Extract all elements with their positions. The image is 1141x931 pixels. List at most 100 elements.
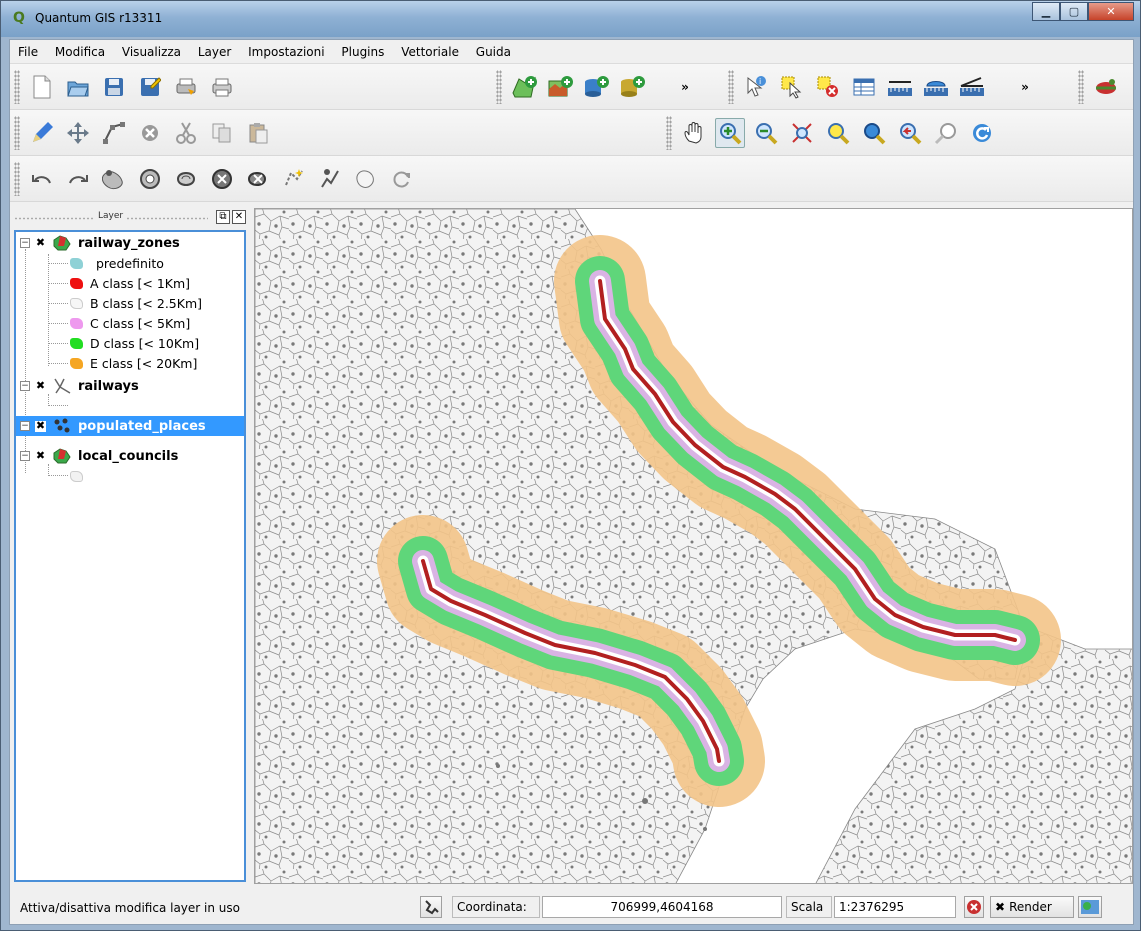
layer-item-railway-zones[interactable]: − ✖ railway_zones xyxy=(20,233,180,253)
title-bar[interactable]: Q Quantum GIS r13311 ▁ ▢ ✕ xyxy=(1,1,1140,37)
layer-item-populated-places[interactable]: − ✖ populated_places xyxy=(16,416,244,436)
toolbar-grip[interactable] xyxy=(1078,70,1084,104)
advanced-digitizing-toolbar xyxy=(14,156,420,202)
menu-plugins[interactable]: Plugins xyxy=(333,40,389,59)
attribute-table-icon[interactable] xyxy=(849,72,879,102)
delete-part-icon[interactable] xyxy=(243,164,273,194)
maximize-button[interactable]: ▢ xyxy=(1060,2,1088,21)
menu-bar: File Modifica Visualizza Layer Impostazi… xyxy=(10,40,1133,64)
collapse-icon[interactable]: − xyxy=(20,451,30,461)
menu-impostazioni[interactable]: Impostazioni xyxy=(240,40,329,59)
print-icon[interactable] xyxy=(207,72,237,102)
coordinate-field[interactable]: 706999,4604168 xyxy=(542,896,782,918)
menu-file[interactable]: File xyxy=(10,40,43,59)
add-ring-icon[interactable] xyxy=(135,164,165,194)
menu-vettoriale[interactable]: Vettoriale xyxy=(393,40,464,59)
layer-panel-header[interactable]: Layer ⧉ ✕ xyxy=(12,208,248,228)
redo-icon[interactable] xyxy=(63,164,93,194)
delete-ring-icon[interactable] xyxy=(207,164,237,194)
scale-field[interactable]: 1:2376295 xyxy=(834,896,956,918)
zoom-next-icon[interactable] xyxy=(931,118,961,148)
coordinate-toggle-button[interactable] xyxy=(420,896,442,918)
tree-line xyxy=(48,475,68,476)
save-project-icon[interactable] xyxy=(99,72,129,102)
class-label: E class [< 20Km] xyxy=(90,355,198,371)
save-as-icon[interactable] xyxy=(135,72,165,102)
toggle-editing-icon[interactable] xyxy=(27,118,57,148)
print-composer-icon[interactable] xyxy=(171,72,201,102)
class-swatch xyxy=(70,357,83,369)
line-layer-icon xyxy=(52,377,72,395)
zoom-to-layer-icon[interactable] xyxy=(859,118,889,148)
paste-features-icon[interactable] xyxy=(243,118,273,148)
status-message: Attiva/disattiva modifica layer in uso xyxy=(20,901,240,915)
add-spatialite-layer-icon[interactable] xyxy=(617,72,647,102)
render-checkbox-icon: ✖ xyxy=(995,900,1006,914)
rotate-point-symbols-icon[interactable] xyxy=(387,164,417,194)
toolbar-overflow-icon[interactable]: » xyxy=(676,80,694,94)
menu-guida[interactable]: Guida xyxy=(468,40,516,59)
layer-visibility-checkbox[interactable]: ✖ xyxy=(35,380,46,392)
identify-features-icon[interactable]: i xyxy=(741,72,771,102)
move-feature-icon[interactable] xyxy=(63,118,93,148)
zoom-to-selection-icon[interactable] xyxy=(823,118,853,148)
collapse-icon[interactable]: − xyxy=(20,238,30,248)
toolbar-grip[interactable] xyxy=(728,70,734,104)
float-panel-button[interactable]: ⧉ xyxy=(216,210,230,224)
close-panel-button[interactable]: ✕ xyxy=(232,210,246,224)
measure-line-icon[interactable] xyxy=(885,72,915,102)
toolbar-grip[interactable] xyxy=(666,116,672,150)
layer-visibility-checkbox[interactable]: ✖ xyxy=(35,420,46,432)
select-features-icon[interactable] xyxy=(777,72,807,102)
add-postgis-layer-icon[interactable] xyxy=(581,72,611,102)
collapse-icon[interactable]: − xyxy=(20,421,30,431)
minimize-button[interactable]: ▁ xyxy=(1032,2,1060,21)
node-tool-icon[interactable] xyxy=(99,118,129,148)
layer-item-local-councils[interactable]: − ✖ local_councils xyxy=(20,446,178,466)
add-part-icon[interactable] xyxy=(171,164,201,194)
zoom-in-icon[interactable] xyxy=(715,118,745,148)
measure-angle-icon[interactable] xyxy=(957,72,987,102)
toolbar-grip[interactable] xyxy=(496,70,502,104)
pan-icon[interactable] xyxy=(679,118,709,148)
copy-features-icon[interactable] xyxy=(207,118,237,148)
delete-selected-icon[interactable] xyxy=(135,118,165,148)
stop-render-button[interactable] xyxy=(964,896,984,918)
zoom-last-icon[interactable] xyxy=(895,118,925,148)
close-button[interactable]: ✕ xyxy=(1088,2,1134,21)
layer-visibility-checkbox[interactable]: ✖ xyxy=(35,450,46,462)
add-vector-layer-icon[interactable] xyxy=(509,72,539,102)
undo-icon[interactable] xyxy=(27,164,57,194)
measure-area-icon[interactable] xyxy=(921,72,951,102)
collapse-icon[interactable]: − xyxy=(20,381,30,391)
split-features-icon[interactable] xyxy=(315,164,345,194)
layer-name: local_councils xyxy=(78,448,179,464)
layer-name: populated_places xyxy=(78,418,206,434)
legend-class-default xyxy=(70,466,90,486)
toolbar-grip[interactable] xyxy=(14,70,20,104)
open-project-icon[interactable] xyxy=(63,72,93,102)
toolbar-overflow-icon[interactable]: » xyxy=(1016,80,1034,94)
class-label: D class [< 10Km] xyxy=(90,335,200,351)
toolbar-grip[interactable] xyxy=(14,116,20,150)
zoom-out-icon[interactable] xyxy=(751,118,781,148)
new-project-icon[interactable] xyxy=(27,72,57,102)
simplify-feature-icon[interactable] xyxy=(99,164,129,194)
projection-button[interactable] xyxy=(1078,896,1102,918)
toolbar-grip[interactable] xyxy=(14,162,20,196)
menu-layer[interactable]: Layer xyxy=(190,40,236,59)
deselect-features-icon[interactable] xyxy=(813,72,843,102)
menu-modifica[interactable]: Modifica xyxy=(47,40,110,59)
refresh-icon[interactable] xyxy=(967,118,997,148)
render-toggle[interactable]: ✖ Render xyxy=(990,896,1074,918)
reshape-features-icon[interactable] xyxy=(279,164,309,194)
merge-features-icon[interactable] xyxy=(351,164,381,194)
map-canvas[interactable] xyxy=(254,208,1133,884)
cut-features-icon[interactable] xyxy=(171,118,201,148)
layer-visibility-checkbox[interactable]: ✖ xyxy=(35,237,46,249)
add-raster-layer-icon[interactable] xyxy=(545,72,575,102)
zoom-full-icon[interactable] xyxy=(787,118,817,148)
layer-item-railways[interactable]: − ✖ railways xyxy=(20,376,139,396)
menu-visualizza[interactable]: Visualizza xyxy=(114,40,186,59)
plugin-icon[interactable] xyxy=(1091,72,1121,102)
